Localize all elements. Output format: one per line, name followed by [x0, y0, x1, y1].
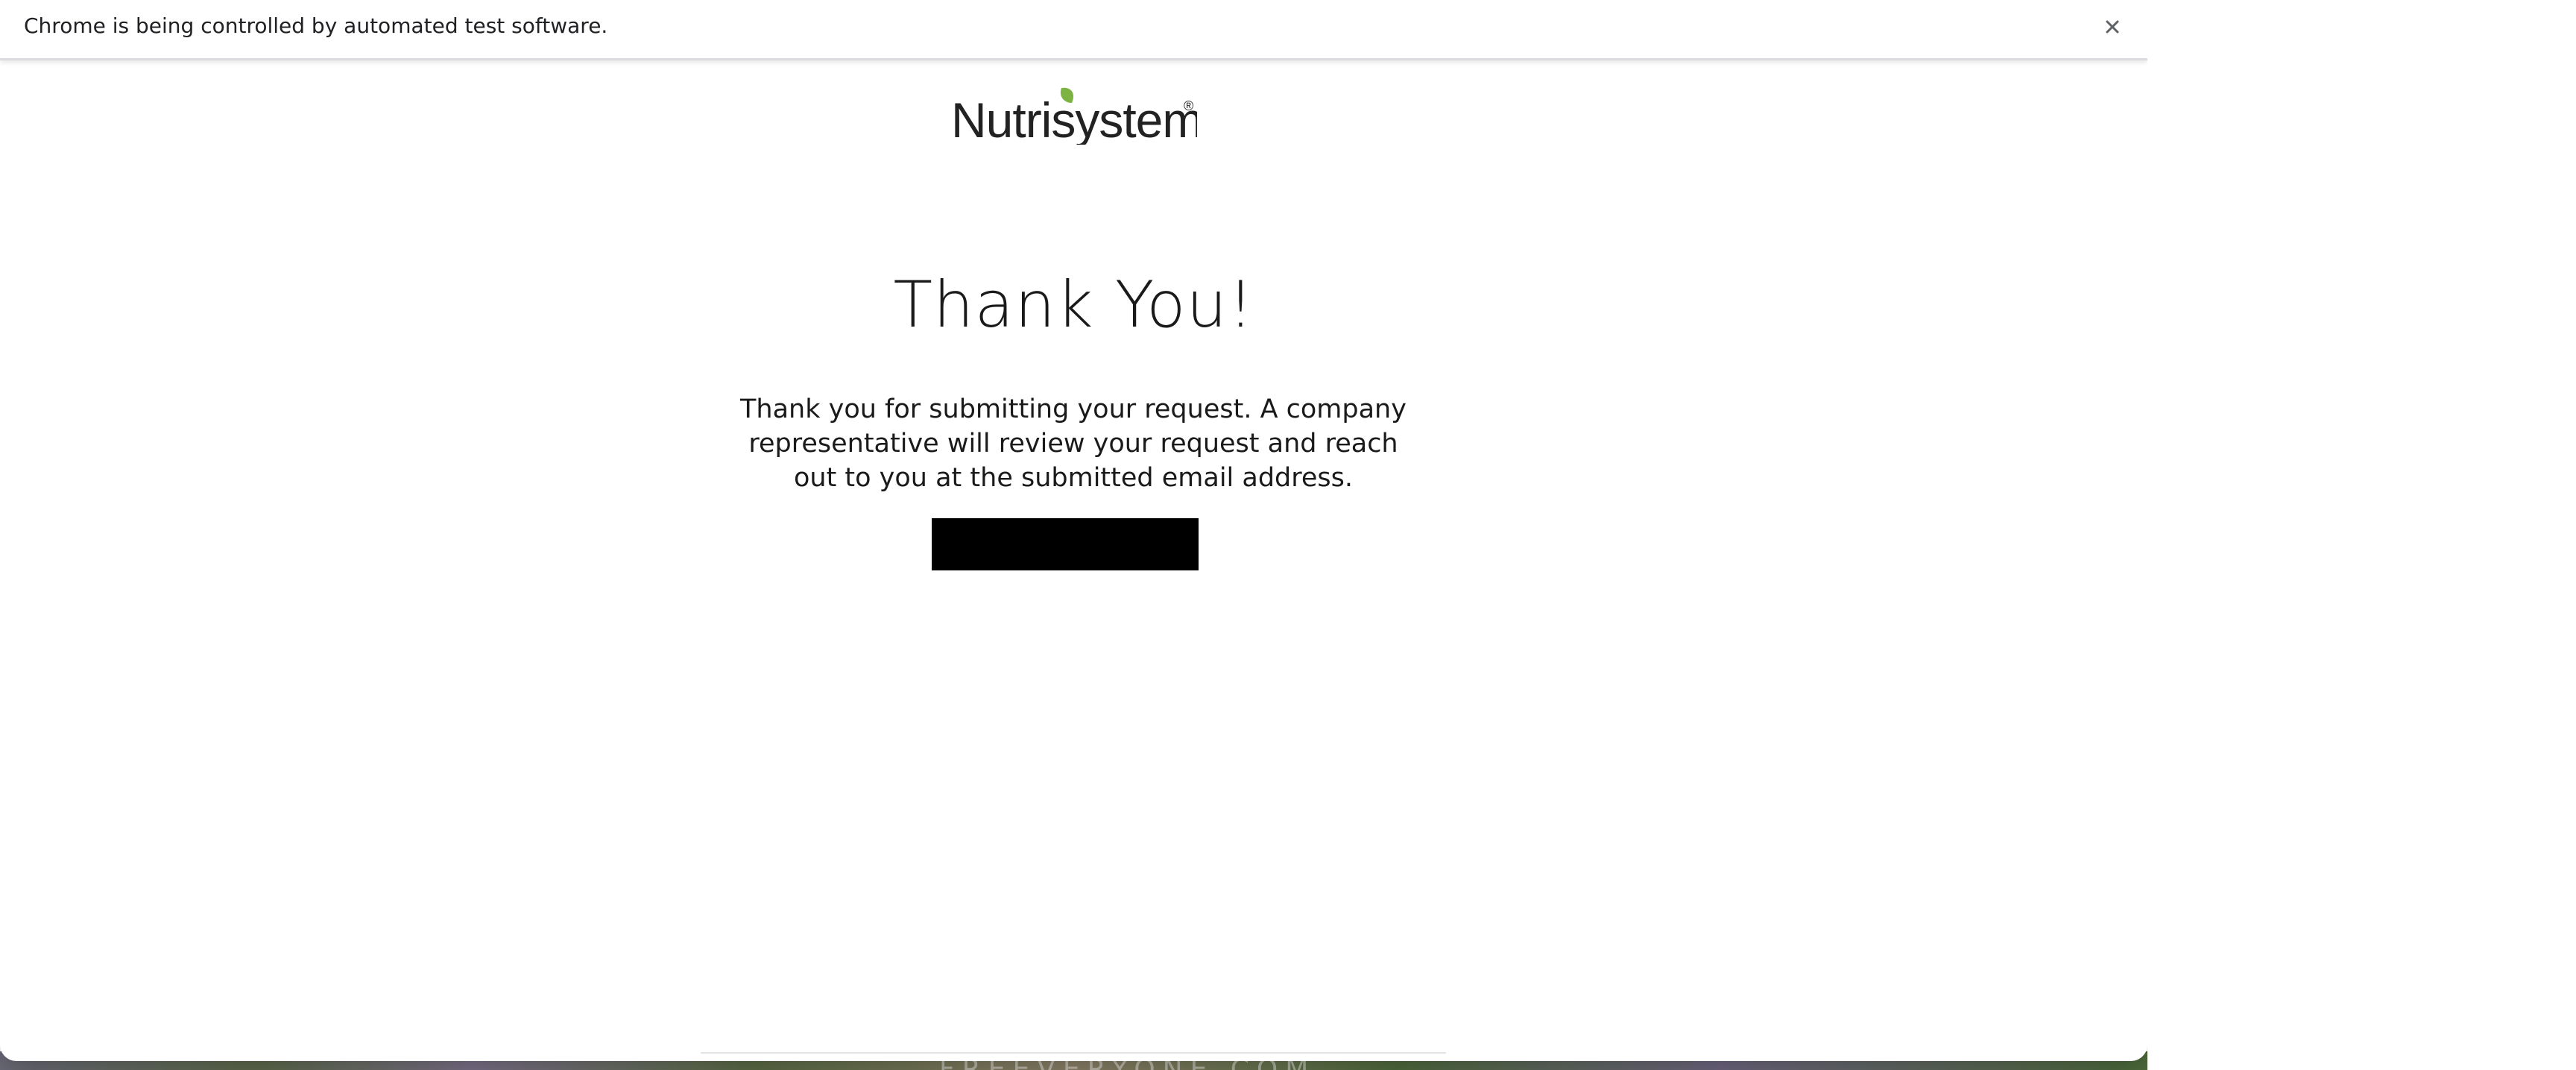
logo-wordmark: Nutrisystem — [951, 92, 1197, 145]
confirmation-button[interactable] — [932, 518, 1199, 570]
registered-mark: ® — [1184, 98, 1193, 113]
confirmation-message: Thank you for submitting your request. A… — [740, 394, 1407, 493]
page-title: Thank You! — [893, 268, 1254, 342]
infobar-message: Chrome is being controlled by automated … — [24, 13, 608, 38]
nutrisystem-logo: Nutrisystem ® — [951, 85, 1203, 148]
automation-infobar: Chrome is being controlled by automated … — [0, 0, 2147, 60]
empty-desktop-area — [2147, 0, 2576, 1070]
screen: Chrome is being controlled by automated … — [0, 0, 2576, 1070]
browser-window: Chrome is being controlled by automated … — [0, 0, 2147, 1070]
close-icon[interactable] — [2097, 12, 2127, 42]
footer-divider — [701, 1052, 1446, 1054]
thank-you-modal: Nutrisystem ® Thank You! Thank you for s… — [0, 58, 2147, 1061]
